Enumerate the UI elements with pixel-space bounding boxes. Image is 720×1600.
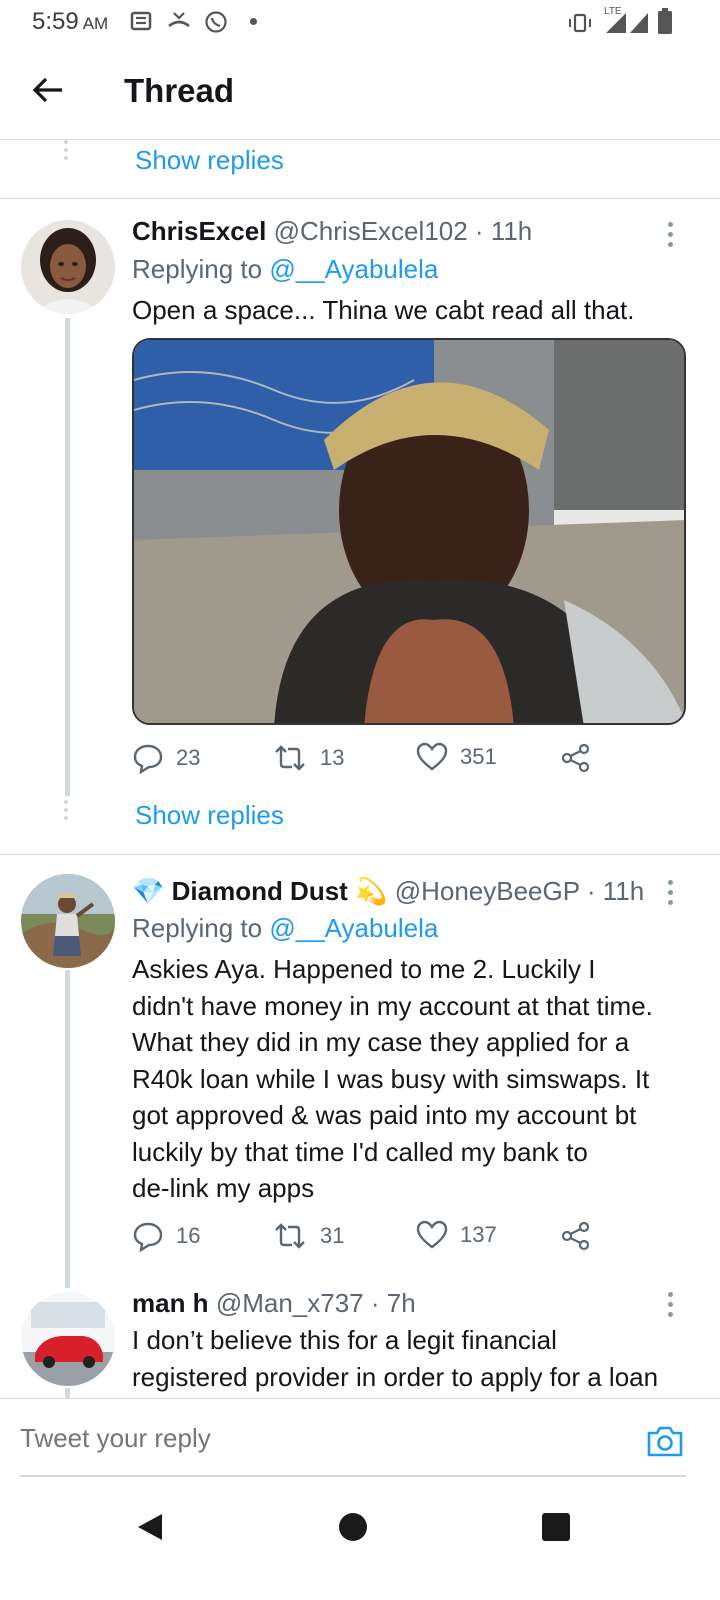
share-icon xyxy=(561,743,590,773)
notification-icon xyxy=(130,11,152,31)
share-icon xyxy=(561,1221,590,1251)
nav-recents-icon[interactable] xyxy=(542,1513,570,1541)
more-options-icon[interactable] xyxy=(668,222,676,252)
handle[interactable]: @Man_x737 xyxy=(216,1288,364,1318)
divider xyxy=(0,854,720,855)
arrow-left-icon[interactable] xyxy=(28,70,68,110)
reply-button[interactable]: 16 xyxy=(132,1220,200,1252)
replying-to: Replying to @__Ayabulela xyxy=(132,913,439,943)
missed-call-icon xyxy=(168,12,190,28)
timestamp: 7h xyxy=(386,1288,416,1318)
tweet-actions: 23 13 351 xyxy=(132,742,612,782)
dot-icon xyxy=(250,18,257,25)
share-button[interactable] xyxy=(560,1220,592,1252)
more-options-icon[interactable] xyxy=(668,1292,676,1322)
thread-continuation-dots xyxy=(64,140,68,164)
diamond-emoji: 💎 xyxy=(132,876,165,906)
whatsapp-icon xyxy=(205,11,227,33)
reply-input[interactable] xyxy=(20,1423,620,1454)
heart-icon xyxy=(416,1220,448,1249)
divider xyxy=(0,198,720,199)
status-bar: 5:59 AM LTE xyxy=(0,0,720,44)
battery-icon xyxy=(658,8,672,34)
thread-connector xyxy=(65,318,70,796)
nav-home-icon[interactable] xyxy=(339,1513,367,1541)
thread-connector xyxy=(65,1388,70,1398)
reply-composer xyxy=(0,1398,720,1478)
handle[interactable]: @ChrisExcel102 xyxy=(274,216,468,246)
timestamp: 11h xyxy=(490,216,533,246)
replying-to: Replying to @__Ayabulela xyxy=(132,254,439,284)
tweet-header: ChrisExcel @ChrisExcel102 · 11h xyxy=(132,216,532,247)
handle[interactable]: @HoneyBeeGP xyxy=(395,876,580,906)
retweet-count: 31 xyxy=(320,1223,345,1248)
camera-icon[interactable] xyxy=(646,1423,684,1459)
retweet-icon xyxy=(275,745,305,771)
avatar[interactable] xyxy=(21,1292,115,1386)
retweet-button[interactable]: 31 xyxy=(272,1220,344,1252)
retweet-count: 13 xyxy=(320,745,345,770)
vibrate-icon xyxy=(569,13,591,33)
status-right: LTE xyxy=(566,6,672,34)
reply-count: 23 xyxy=(176,745,201,770)
show-replies-link[interactable]: Show replies xyxy=(135,800,284,831)
like-button[interactable]: 137 xyxy=(416,1220,497,1250)
tweet-header: man h @Man_x737 · 7h xyxy=(132,1288,416,1319)
display-name[interactable]: Diamond Dust xyxy=(172,876,348,906)
mention-link[interactable]: @__Ayabulela xyxy=(269,913,438,943)
separator: · xyxy=(370,1288,380,1318)
display-name[interactable]: man h xyxy=(132,1288,209,1318)
reply-icon xyxy=(133,1222,163,1252)
avatar[interactable] xyxy=(21,220,115,314)
page-title: Thread xyxy=(124,72,235,109)
more-options-icon[interactable] xyxy=(668,880,676,910)
tweet-media-image[interactable] xyxy=(132,338,686,725)
status-time: 5:59 AM xyxy=(32,8,109,35)
reply-count: 16 xyxy=(176,1223,201,1248)
top-app-bar: Thread xyxy=(0,44,720,140)
tweet-actions: 16 31 137 xyxy=(132,1220,612,1260)
tweet-text: Askies Aya. Happened to me 2. Luckily I … xyxy=(132,954,653,1203)
tweet-text: Open a space... Thina we cabt read all t… xyxy=(132,295,635,325)
mention-link[interactable]: @__Ayabulela xyxy=(269,254,438,284)
reply-button[interactable]: 23 xyxy=(132,742,200,774)
tweet-text: I don’t believe this for a legit financi… xyxy=(132,1325,659,1392)
input-underline xyxy=(20,1475,686,1477)
system-nav-bar xyxy=(0,1480,720,1600)
dizzy-emoji: 💫 xyxy=(355,876,388,906)
like-count: 351 xyxy=(460,744,497,769)
timestamp: 11h xyxy=(602,876,645,906)
separator: · xyxy=(474,216,484,246)
thread-connector xyxy=(65,970,70,1288)
nav-back-icon[interactable] xyxy=(136,1512,164,1542)
avatar[interactable] xyxy=(21,874,115,968)
separator: · xyxy=(579,876,603,906)
signal-icon: LTE xyxy=(602,6,650,34)
share-button[interactable] xyxy=(560,742,592,774)
display-name[interactable]: ChrisExcel xyxy=(132,216,266,246)
like-button[interactable]: 351 xyxy=(416,742,497,772)
retweet-button[interactable]: 13 xyxy=(272,742,344,774)
like-count: 137 xyxy=(460,1222,497,1247)
heart-icon xyxy=(416,742,448,771)
retweet-icon xyxy=(275,1223,305,1249)
thread-continuation-dots xyxy=(64,800,68,824)
tweet-header: 💎 Diamond Dust 💫 @HoneyBeeGP · 11h xyxy=(132,876,644,907)
show-replies-link[interactable]: Show replies xyxy=(135,145,284,176)
reply-icon xyxy=(133,744,163,774)
